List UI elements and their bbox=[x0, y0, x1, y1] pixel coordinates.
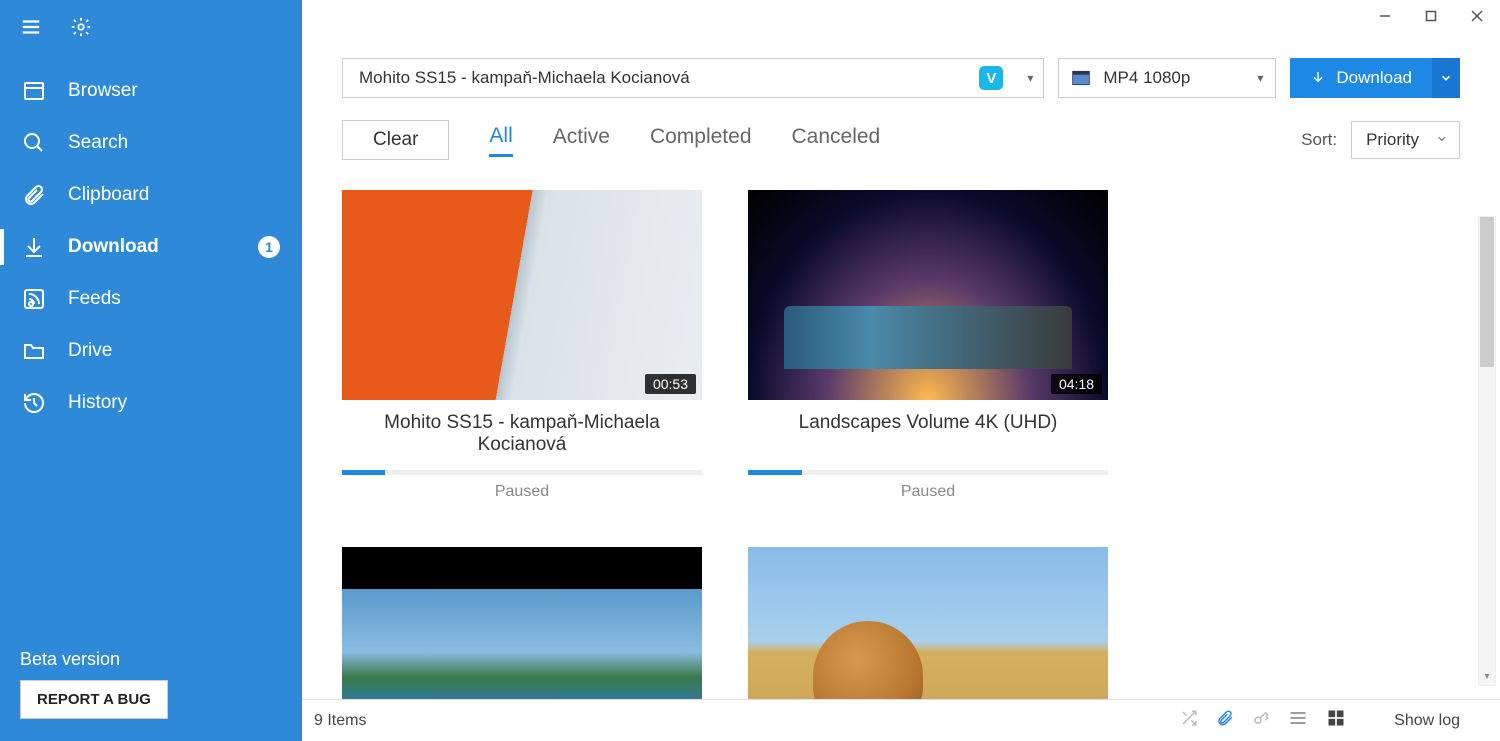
scrollbar-thumb[interactable] bbox=[1480, 217, 1494, 367]
browser-icon bbox=[22, 79, 46, 103]
sidebar-item-feeds[interactable]: Feeds bbox=[0, 273, 302, 325]
download-label: Download bbox=[1336, 68, 1412, 88]
history-icon bbox=[22, 391, 46, 415]
duration-badge: 04:18 bbox=[1051, 374, 1102, 394]
grid-view-icon[interactable] bbox=[1326, 708, 1346, 733]
report-bug-button[interactable]: REPORT A BUG bbox=[20, 680, 168, 719]
status-label: Paused bbox=[342, 483, 702, 501]
thumbnail bbox=[748, 547, 1108, 699]
thumbnail bbox=[342, 547, 702, 699]
gear-icon[interactable] bbox=[70, 16, 92, 43]
sidebar-item-clipboard[interactable]: Clipboard bbox=[0, 169, 302, 221]
download-card[interactable]: 04:18 Landscapes Volume 4K (UHD) Paused bbox=[748, 190, 1108, 501]
sidebar-item-history[interactable]: History bbox=[0, 377, 302, 429]
beta-label: Beta version bbox=[20, 649, 282, 670]
tab-all[interactable]: All bbox=[489, 124, 512, 157]
sidebar: Browser Search Clipboard Download 1 Feed… bbox=[0, 0, 302, 741]
card-title: Mohito SS15 - kampaň-Michaela Kocianová bbox=[342, 412, 702, 460]
main-area: Mohito SS15 - kampaň-Michaela Kocianová … bbox=[302, 0, 1500, 741]
item-count: 9 Items bbox=[314, 712, 366, 730]
sidebar-item-drive[interactable]: Drive bbox=[0, 325, 302, 377]
minimize-button[interactable] bbox=[1362, 0, 1408, 32]
card-title: Landscapes Volume 4K (UHD) bbox=[748, 412, 1108, 460]
maximize-button[interactable] bbox=[1408, 0, 1454, 32]
show-log-button[interactable]: Show log bbox=[1394, 712, 1460, 730]
thumbnail: 00:53 bbox=[342, 190, 702, 400]
sort-label: Sort: bbox=[1301, 130, 1337, 150]
sidebar-item-label: Clipboard bbox=[68, 184, 149, 206]
download-card[interactable]: 00:53 Mohito SS15 - kampaň-Michaela Koci… bbox=[342, 190, 702, 501]
paperclip-icon bbox=[22, 183, 46, 207]
chevron-down-icon: ▾ bbox=[1257, 71, 1263, 85]
url-input[interactable]: Mohito SS15 - kampaň-Michaela Kocianová … bbox=[342, 58, 1044, 98]
tab-completed[interactable]: Completed bbox=[650, 125, 752, 155]
tab-active[interactable]: Active bbox=[553, 125, 610, 155]
sidebar-item-label: Browser bbox=[68, 80, 138, 102]
download-badge: 1 bbox=[258, 236, 280, 258]
sidebar-item-label: History bbox=[68, 392, 127, 414]
sidebar-item-download[interactable]: Download 1 bbox=[0, 221, 302, 273]
download-icon bbox=[22, 235, 46, 259]
list-view-icon[interactable] bbox=[1288, 708, 1308, 733]
sidebar-item-label: Download bbox=[68, 236, 159, 258]
vimeo-icon: V bbox=[979, 66, 1003, 90]
duration-badge: 00:53 bbox=[645, 374, 696, 394]
scrollbar[interactable]: ▾ bbox=[1478, 216, 1496, 686]
key-icon[interactable] bbox=[1252, 709, 1270, 732]
chevron-down-icon[interactable]: ▾ bbox=[1027, 71, 1033, 85]
rss-icon bbox=[22, 287, 46, 311]
sidebar-item-label: Drive bbox=[68, 340, 112, 362]
tab-canceled[interactable]: Canceled bbox=[792, 125, 881, 155]
progress-bar bbox=[342, 470, 702, 475]
clear-button[interactable]: Clear bbox=[342, 120, 449, 160]
download-button[interactable]: Download bbox=[1290, 58, 1432, 98]
progress-bar bbox=[748, 470, 1108, 475]
sidebar-item-browser[interactable]: Browser bbox=[0, 65, 302, 117]
format-value: MP4 1080p bbox=[1103, 68, 1190, 88]
sidebar-item-label: Search bbox=[68, 132, 128, 154]
sidebar-item-search[interactable]: Search bbox=[0, 117, 302, 169]
scroll-down-icon[interactable]: ▾ bbox=[1479, 667, 1495, 685]
shuffle-icon[interactable] bbox=[1180, 709, 1198, 732]
download-split-button[interactable] bbox=[1432, 58, 1460, 98]
download-card[interactable] bbox=[748, 547, 1108, 699]
close-button[interactable] bbox=[1454, 0, 1500, 32]
thumbnail: 04:18 bbox=[748, 190, 1108, 400]
status-label: Paused bbox=[748, 483, 1108, 501]
sort-select[interactable]: Priority bbox=[1351, 121, 1460, 159]
url-value: Mohito SS15 - kampaň-Michaela Kocianová bbox=[359, 68, 690, 88]
format-select[interactable]: MP4 1080p ▾ bbox=[1058, 58, 1276, 98]
folder-icon bbox=[22, 339, 46, 363]
sidebar-item-label: Feeds bbox=[68, 288, 121, 310]
search-icon bbox=[22, 131, 46, 155]
attachment-icon[interactable] bbox=[1216, 709, 1234, 732]
film-icon bbox=[1071, 68, 1091, 88]
download-card[interactable] bbox=[342, 547, 702, 699]
hamburger-icon[interactable] bbox=[20, 16, 42, 43]
